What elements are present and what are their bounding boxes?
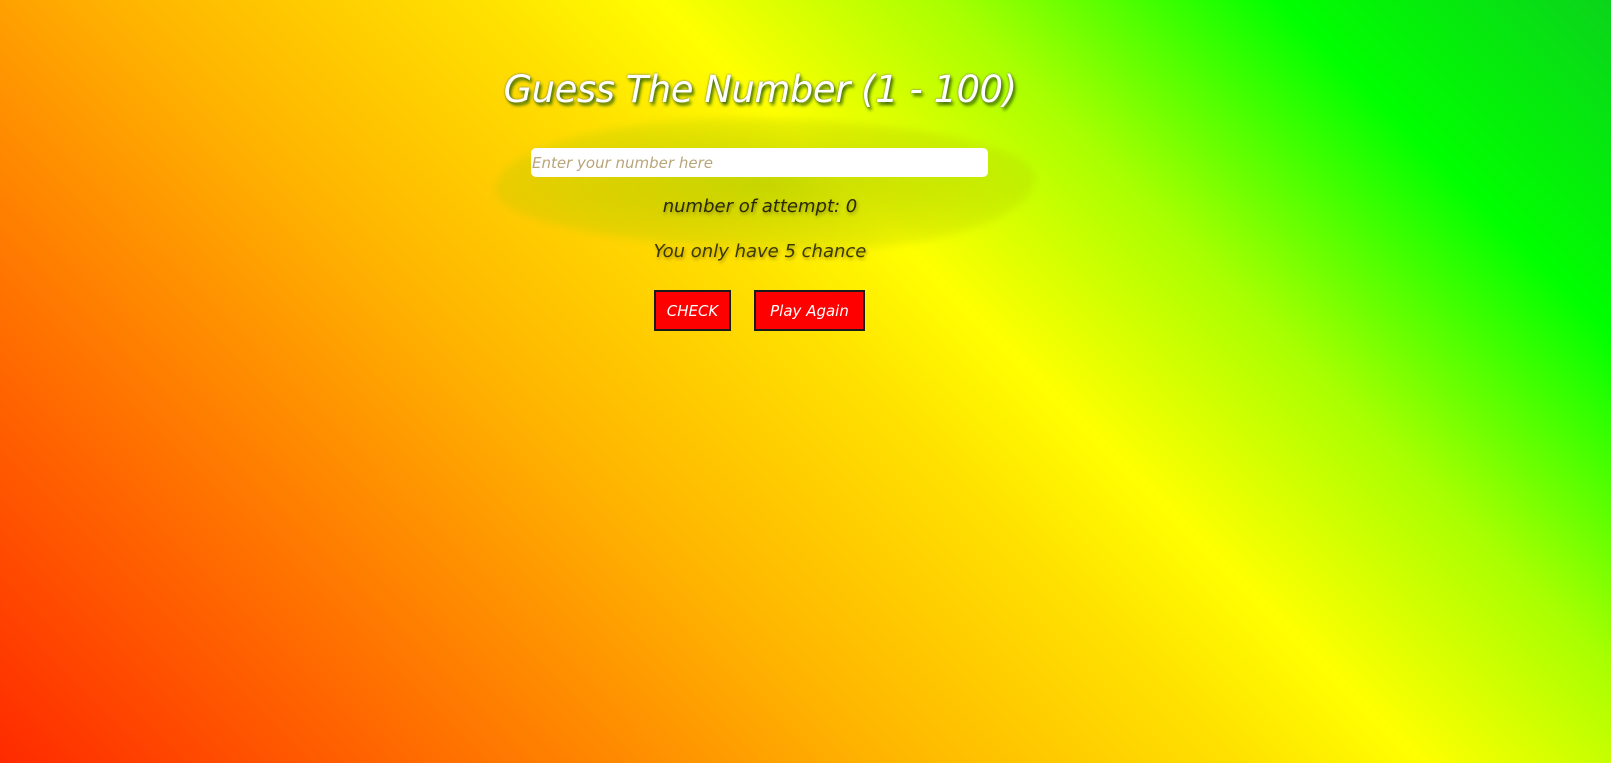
page-title: Guess The Number (1 - 100) [503, 68, 1017, 111]
attempt-counter: number of attempt: 0 [662, 196, 858, 217]
chances-message: You only have 5 chance [653, 241, 867, 262]
decorative-blob [495, 118, 1035, 250]
play-again-button[interactable]: Play Again [754, 290, 865, 331]
check-button[interactable]: CHECK [654, 290, 731, 331]
game-container: Guess The Number (1 - 100) number of att… [0, 0, 1568, 763]
guess-input[interactable] [531, 148, 988, 177]
